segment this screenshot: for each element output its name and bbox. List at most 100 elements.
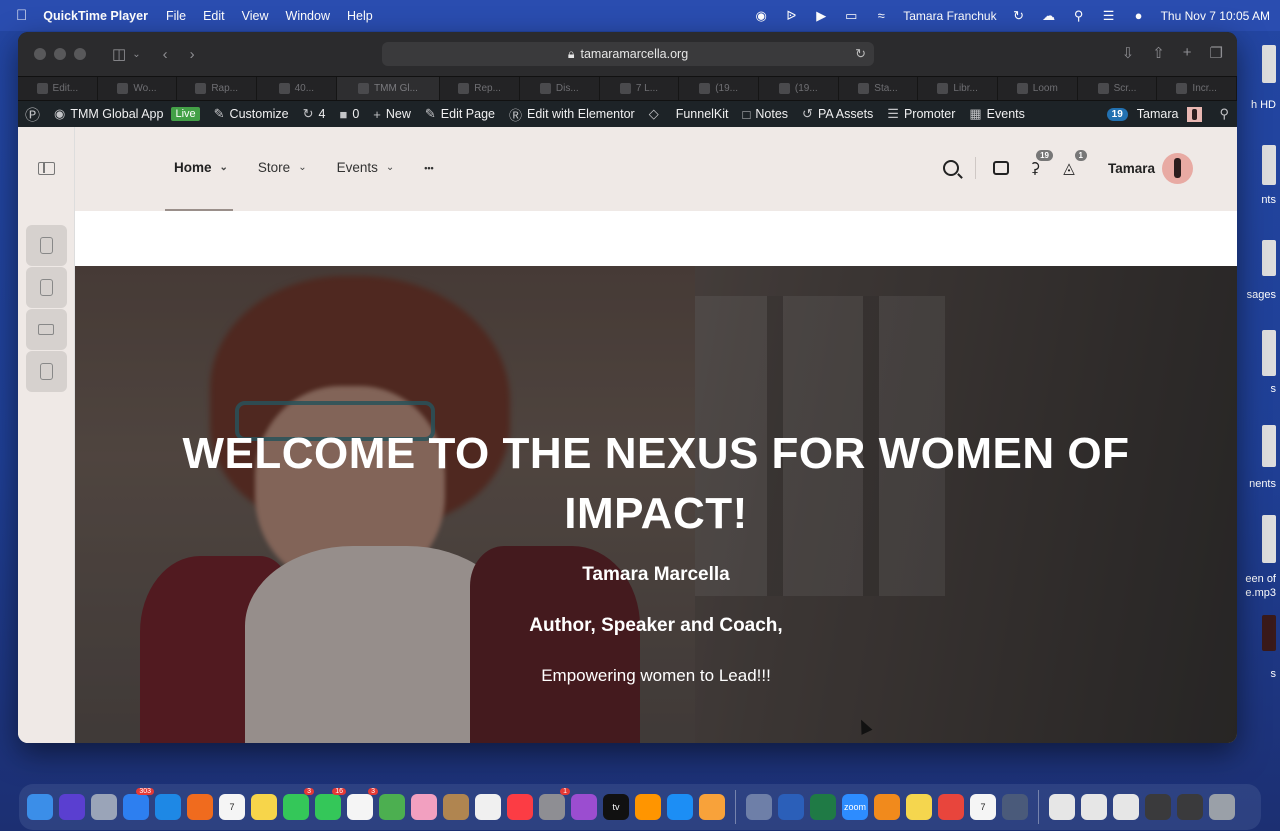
- dock-icon-finder[interactable]: [27, 794, 53, 820]
- menu-view[interactable]: View: [242, 9, 269, 23]
- dock-icon-facetime[interactable]: 3: [283, 788, 314, 820]
- desktop-file-icon[interactable]: [1262, 145, 1276, 185]
- browser-tab[interactable]: 7 L...: [600, 77, 680, 100]
- dock-icon-app-store[interactable]: [667, 794, 693, 820]
- desktop-label[interactable]: e.mp3: [1245, 587, 1276, 599]
- desktop-file-icon[interactable]: [1262, 615, 1276, 651]
- browser-tab[interactable]: Dis...: [520, 77, 600, 100]
- nav-item-home[interactable]: Home ⌄: [174, 160, 228, 175]
- reload-icon[interactable]: ↻: [855, 46, 866, 62]
- admin-site-name[interactable]: ◉ TMM Global App: [54, 106, 163, 122]
- siri-icon[interactable]: ●: [1131, 8, 1147, 23]
- admin-events[interactable]: ▦ Events: [969, 106, 1025, 122]
- dock-icon-doc-4[interactable]: [1145, 794, 1171, 820]
- share-icon[interactable]: ⇧: [1152, 44, 1165, 62]
- downloads-icon[interactable]: ⇩: [1122, 44, 1135, 62]
- dock-icon-reminders[interactable]: 3: [347, 788, 378, 820]
- new-tab-icon[interactable]: +: [1183, 44, 1192, 62]
- dock-icon-quicktime[interactable]: [1002, 794, 1028, 820]
- sidebar-button-3[interactable]: [26, 309, 67, 350]
- dock-icon-calendar[interactable]: 7: [219, 794, 245, 820]
- admin-user-name[interactable]: Tamara: [1137, 107, 1179, 121]
- dock-icon-vlc[interactable]: [874, 794, 900, 820]
- dock-icon-doc-1[interactable]: [1049, 794, 1075, 820]
- admin-pa-assets[interactable]: ↺ PA Assets: [802, 106, 873, 122]
- app-menu[interactable]: QuickTime Player: [43, 9, 148, 23]
- desktop-file-icon[interactable]: [1262, 240, 1276, 276]
- bluetooth-icon[interactable]: ᐉ: [783, 8, 799, 23]
- dock-icon-firefox[interactable]: [187, 794, 213, 820]
- desktop-label[interactable]: h HD: [1251, 99, 1276, 111]
- menu-file[interactable]: File: [166, 9, 186, 23]
- dock-icon-music[interactable]: [507, 794, 533, 820]
- search-icon[interactable]: [942, 160, 959, 176]
- spotlight-icon[interactable]: ⚲: [1071, 8, 1087, 23]
- wordpress-logo-icon[interactable]: Ⓟ: [25, 104, 40, 125]
- browser-tab[interactable]: Scr...: [1078, 77, 1158, 100]
- dock-icon-photos[interactable]: [411, 794, 437, 820]
- control-center-icon[interactable]: ☰: [1101, 8, 1117, 23]
- dock-icon-preview[interactable]: [746, 794, 772, 820]
- record-icon[interactable]: ◉: [753, 8, 769, 23]
- admin-edit-page[interactable]: ✎ Edit Page: [425, 106, 495, 122]
- admin-notification-badge[interactable]: 19: [1106, 107, 1128, 121]
- dock-icon-notes[interactable]: [251, 794, 277, 820]
- dock-icon-doc-2[interactable]: [1081, 794, 1107, 820]
- browser-tab[interactable]: Loom: [998, 77, 1078, 100]
- apple-menu-icon[interactable]: : [16, 7, 27, 24]
- dock-icon-excel[interactable]: [810, 794, 836, 820]
- dock-icon-zoom[interactable]: zoom: [842, 794, 868, 820]
- browser-tab[interactable]: Libr...: [918, 77, 998, 100]
- admin-new[interactable]: + New: [373, 107, 411, 122]
- chevron-down-icon[interactable]: ⌄: [132, 49, 140, 60]
- browser-tab[interactable]: Rap...: [177, 77, 258, 100]
- wifi-icon[interactable]: ≈: [873, 8, 889, 23]
- back-icon[interactable]: ‹: [163, 46, 168, 63]
- tab-overview-icon[interactable]: ❐: [1210, 44, 1223, 62]
- dock-icon-mail[interactable]: 303: [123, 788, 154, 820]
- browser-tab[interactable]: Sta...: [839, 77, 919, 100]
- sidebar-button-2[interactable]: [26, 267, 67, 308]
- close-window-button[interactable]: [34, 48, 46, 60]
- sidebar-button-1[interactable]: [26, 225, 67, 266]
- minimize-window-button[interactable]: [54, 48, 66, 60]
- dock-icon-safari[interactable]: [155, 794, 181, 820]
- inbox-button[interactable]: [992, 159, 1010, 177]
- header-user-name[interactable]: Tamara: [1108, 161, 1155, 176]
- panel-toggle-icon[interactable]: [38, 162, 55, 175]
- nav-item-store[interactable]: Store ⌄: [258, 160, 307, 175]
- browser-tab[interactable]: Rep...: [440, 77, 520, 100]
- desktop-label[interactable]: sages: [1247, 289, 1276, 301]
- desktop-file-icon[interactable]: [1262, 45, 1276, 83]
- admin-funnelkit[interactable]: ◇ FunnelKit: [649, 106, 729, 122]
- admin-search-icon[interactable]: ⚲: [1219, 106, 1229, 122]
- menu-help[interactable]: Help: [347, 9, 373, 23]
- forward-icon[interactable]: ›: [190, 46, 195, 63]
- menu-edit[interactable]: Edit: [203, 9, 225, 23]
- battery-icon[interactable]: ▭: [843, 8, 859, 23]
- admin-comments[interactable]: ■ 0: [339, 107, 359, 122]
- desktop-label[interactable]: nents: [1249, 478, 1276, 490]
- sidebar-toggle-icon[interactable]: ◫: [112, 45, 126, 63]
- dock-icon-calendar-2[interactable]: 7: [970, 794, 996, 820]
- browser-tab[interactable]: Wo...: [98, 77, 178, 100]
- dock-icon-pages[interactable]: [699, 794, 725, 820]
- desktop-label[interactable]: een of: [1245, 573, 1276, 585]
- browser-tab[interactable]: 40...: [257, 77, 337, 100]
- cart-button[interactable]: ◬ 1: [1060, 150, 1087, 177]
- sidebar-button-4[interactable]: [26, 351, 67, 392]
- browser-tab[interactable]: (19...: [759, 77, 839, 100]
- browser-tab[interactable]: Incr...: [1157, 77, 1237, 100]
- desktop-file-icon[interactable]: [1262, 425, 1276, 467]
- browser-tab[interactable]: Edit...: [18, 77, 98, 100]
- dock-icon-news[interactable]: [475, 794, 501, 820]
- admin-elementor[interactable]: Ⓡ Edit with Elementor: [509, 105, 635, 124]
- dock-icon-podcasts[interactable]: [571, 794, 597, 820]
- play-icon[interactable]: ▶: [813, 8, 829, 23]
- dock-icon-contacts[interactable]: [443, 794, 469, 820]
- address-bar[interactable]: 🔒︎ tamaramarcella.org ↻: [382, 42, 874, 66]
- desktop-label[interactable]: s: [1271, 383, 1277, 395]
- dock-icon-books[interactable]: [635, 794, 661, 820]
- dock-icon-tv[interactable]: tv: [603, 794, 629, 820]
- dock-icon-system-settings[interactable]: 1: [539, 788, 570, 820]
